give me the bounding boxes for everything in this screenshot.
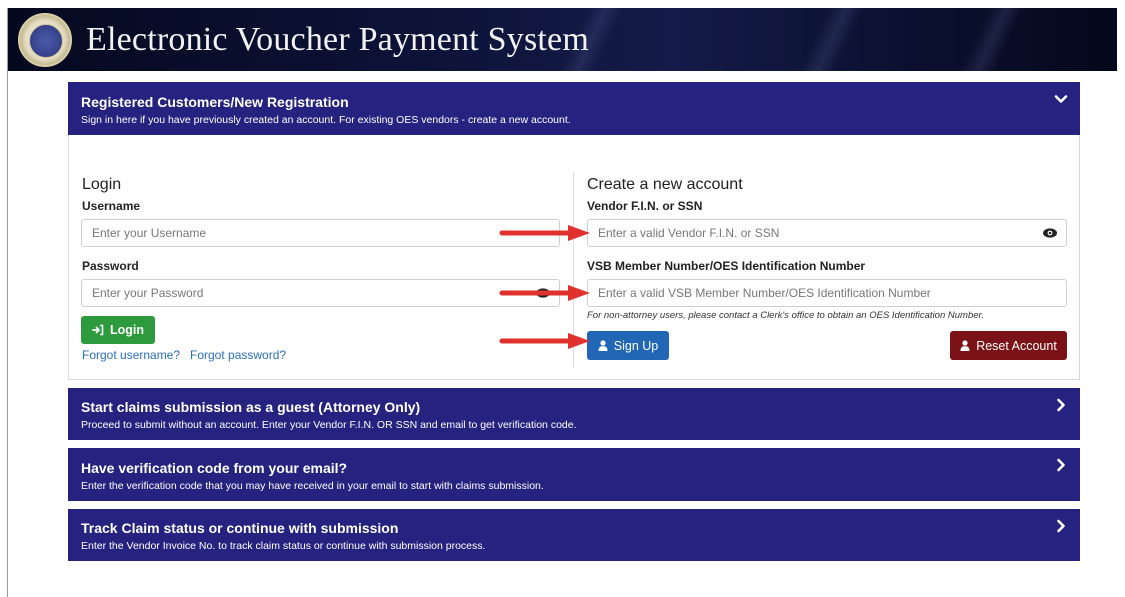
banner-decoration [928, 8, 1048, 71]
forgot-password-link[interactable]: Forgot password? [190, 348, 286, 362]
login-heading: Login [82, 176, 122, 193]
verification-panel-title: Have verification code from your email? [81, 460, 348, 476]
create-account-heading: Create a new account [587, 176, 743, 193]
app-title: Electronic Voucher Payment System [86, 21, 589, 58]
registered-panel-header[interactable]: Registered Customers/New Registration Si… [68, 82, 1080, 135]
sign-in-icon [92, 324, 104, 336]
verification-panel-header[interactable]: Have verification code from your email? … [68, 448, 1080, 501]
username-input[interactable] [81, 219, 560, 247]
registered-panel-title: Registered Customers/New Registration [81, 94, 349, 110]
annotation-arrow-icon [499, 285, 590, 301]
user-icon [598, 340, 608, 351]
chevron-down-icon[interactable] [1054, 92, 1068, 106]
guest-panel-header[interactable]: Start claims submission as a guest (Atto… [68, 388, 1080, 440]
vsb-number-input[interactable] [587, 279, 1067, 307]
non-attorney-note: For non-attorney users, please contact a… [587, 310, 984, 321]
vsb-number-label: VSB Member Number/OES Identification Num… [587, 259, 866, 273]
guest-panel-title: Start claims submission as a guest (Atto… [81, 399, 421, 415]
user-icon [960, 340, 970, 351]
vendor-fin-input[interactable] [587, 219, 1067, 247]
verification-panel-subtitle: Enter the verification code that you may… [81, 480, 544, 492]
forgot-username-link[interactable]: Forgot username? [82, 348, 180, 362]
banner-decoration [768, 8, 888, 71]
track-panel-subtitle: Enter the Vendor Invoice No. to track cl… [81, 540, 486, 552]
reset-account-button-label: Reset Account [976, 338, 1057, 353]
username-label: Username [82, 199, 141, 213]
annotation-arrow-icon [499, 225, 590, 241]
chevron-right-icon[interactable] [1054, 458, 1068, 472]
password-label: Password [82, 259, 139, 273]
login-button-label: Login [109, 323, 144, 337]
state-seal-icon [18, 13, 72, 67]
login-button[interactable]: Login [81, 316, 155, 344]
track-panel-title: Track Claim status or continue with subm… [81, 520, 399, 536]
chevron-right-icon[interactable] [1054, 398, 1068, 412]
guest-panel-subtitle: Proceed to submit without an account. En… [81, 419, 577, 431]
header-banner: Electronic Voucher Payment System [8, 8, 1117, 71]
password-input[interactable] [81, 279, 560, 307]
annotation-arrow-icon [499, 333, 590, 349]
chevron-right-icon[interactable] [1054, 519, 1068, 533]
track-panel-header[interactable]: Track Claim status or continue with subm… [68, 509, 1080, 561]
vendor-fin-label: Vendor F.I.N. or SSN [587, 199, 703, 213]
sign-up-button[interactable]: Sign Up [587, 331, 669, 360]
registered-panel-subtitle: Sign in here if you have previously crea… [81, 114, 571, 126]
eye-icon[interactable] [1042, 227, 1058, 239]
sign-up-button-label: Sign Up [613, 338, 659, 353]
reset-account-button[interactable]: Reset Account [950, 331, 1067, 360]
